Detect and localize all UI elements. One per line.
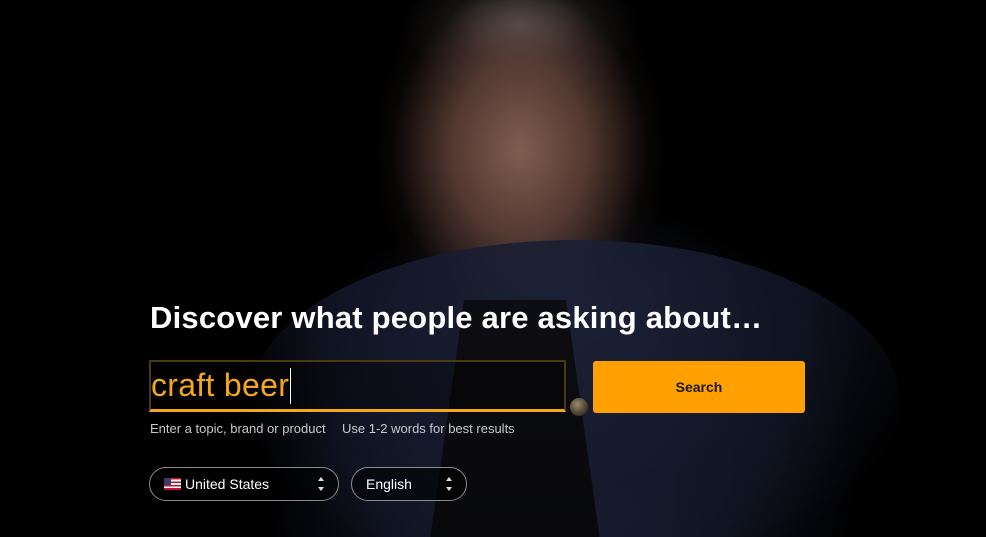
select-arrows-icon (445, 477, 453, 491)
background-vignette (0, 0, 986, 537)
search-input-value: craft beer (151, 367, 290, 403)
lapel-pin-decoration (570, 398, 588, 416)
hero-section: Discover what people are asking about… c… (0, 0, 986, 537)
us-flag-icon (164, 478, 181, 490)
search-input[interactable]: craft beer (149, 360, 566, 412)
select-arrows-icon (317, 477, 325, 491)
language-select[interactable]: English (351, 467, 467, 501)
country-select-value: United States (185, 476, 270, 492)
hero-headline: Discover what people are asking about… (150, 300, 763, 335)
search-hint-topic: Enter a topic, brand or product (150, 421, 326, 436)
text-caret (290, 367, 292, 404)
search-button[interactable]: Search (593, 361, 805, 413)
language-select-value: English (366, 476, 412, 492)
search-hint-words: Use 1-2 words for best results (342, 421, 515, 436)
country-select[interactable]: United States (149, 467, 339, 501)
